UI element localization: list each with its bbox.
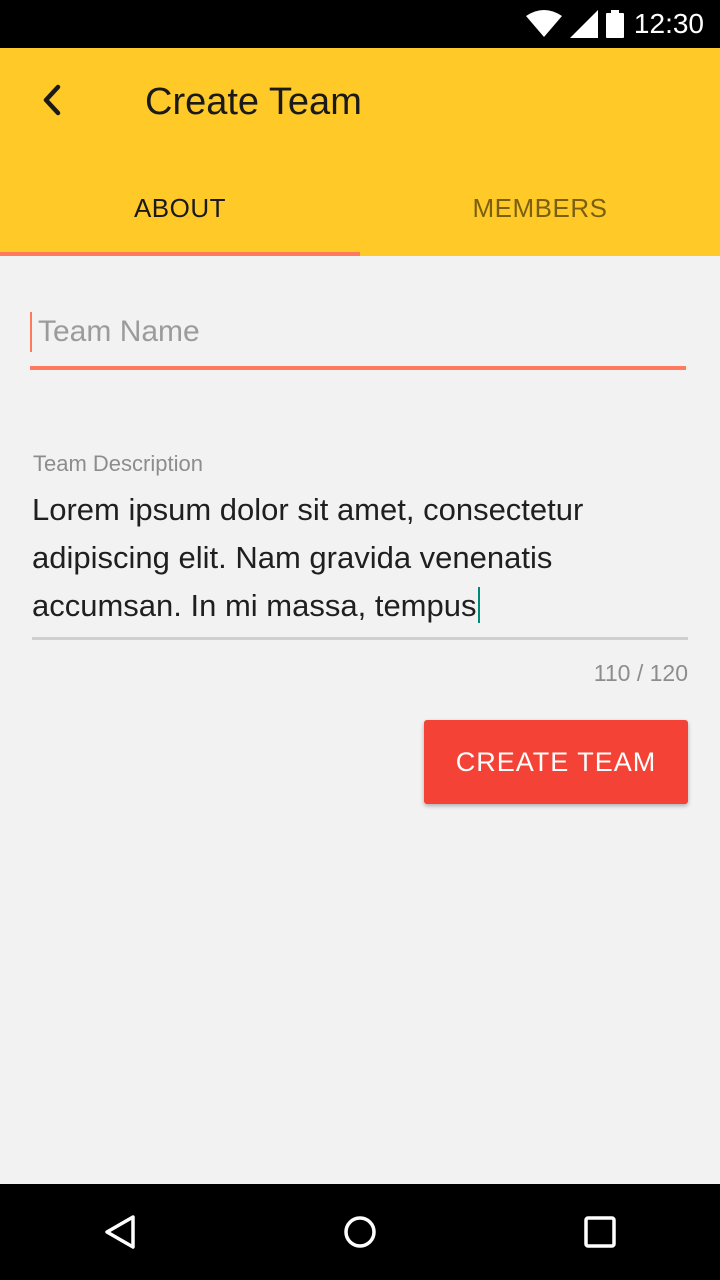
back-arrow-icon	[43, 84, 61, 116]
tab-members[interactable]: MEMBERS	[360, 160, 720, 256]
team-description-text: Lorem ipsum dolor sit amet, consectetur …	[32, 492, 584, 623]
create-team-button[interactable]: CREATE TEAM	[424, 720, 688, 804]
team-description-input[interactable]: Lorem ipsum dolor sit amet, consectetur …	[32, 486, 688, 630]
nav-back-button[interactable]	[72, 1184, 168, 1280]
navigation-bar	[0, 1184, 720, 1280]
back-triangle-icon	[105, 1215, 135, 1249]
form-content: Team Description Lorem ipsum dolor sit a…	[0, 256, 720, 1184]
character-counter: 110 / 120	[593, 660, 688, 686]
wifi-icon	[526, 10, 562, 37]
tab-about[interactable]: ABOUT	[0, 160, 360, 256]
team-name-field	[30, 312, 686, 370]
recents-square-icon	[584, 1216, 616, 1248]
back-button[interactable]	[24, 72, 80, 128]
status-icons	[526, 10, 624, 38]
nav-home-button[interactable]	[312, 1184, 408, 1280]
battery-icon	[606, 10, 624, 38]
team-description-underline	[32, 637, 688, 640]
home-circle-icon	[344, 1216, 376, 1248]
status-time: 12:30	[633, 8, 704, 39]
team-name-input[interactable]	[38, 312, 678, 352]
team-name-underline	[30, 366, 686, 370]
tab-bar: ABOUT MEMBERS	[0, 160, 720, 256]
app-bar: Create Team ABOUT MEMBERS	[0, 48, 720, 256]
team-description-label: Team Description	[33, 451, 203, 476]
text-cursor	[30, 312, 32, 352]
page-title: Create Team	[145, 81, 362, 123]
cell-signal-icon	[570, 10, 598, 38]
status-bar: 12:30	[0, 0, 720, 48]
nav-recents-button[interactable]	[552, 1184, 648, 1280]
text-cursor	[477, 587, 480, 623]
